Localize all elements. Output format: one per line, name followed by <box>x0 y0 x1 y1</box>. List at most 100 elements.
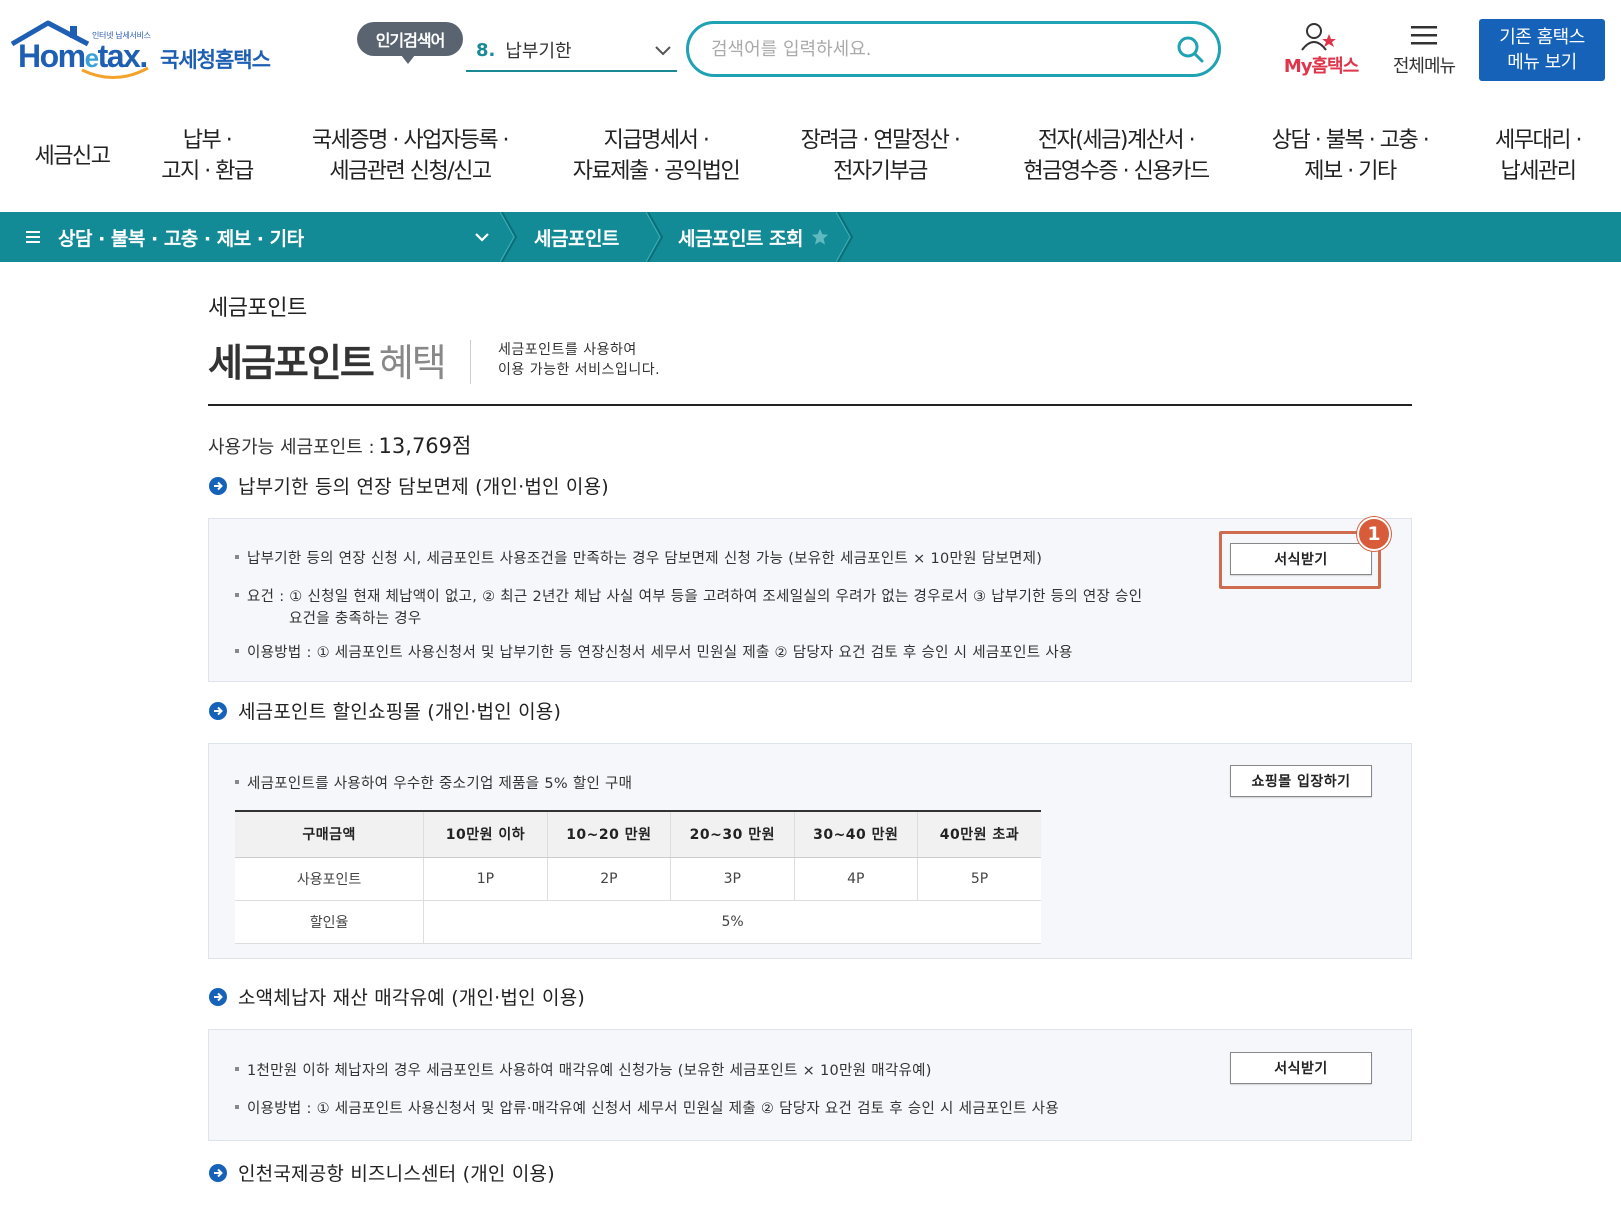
star-icon[interactable] <box>811 228 829 246</box>
page-description: 세금포인트를 사용하여 이용 가능한 서비스입니다. <box>498 342 661 378</box>
section-heading-text: 소액체납자 재산 매각유예 (개인·법인 이용) <box>238 987 585 1009</box>
section-heading-text: 납부기한 등의 연장 담보면제 (개인·법인 이용) <box>238 476 609 498</box>
main-navigation: 세금신고 납부 · 고지 · 환급 국세증명 · 사업자등록 · 세금관련 신청/신… <box>0 108 1621 204</box>
section-heading: 인천국제공항 비즈니스센터 (개인 이용) <box>208 1159 555 1186</box>
logo-swoosh-icon <box>81 66 149 80</box>
nav-label: 지급명세서 · <box>603 128 710 153</box>
nav-payment[interactable]: 납부 · 고지 · 환급 <box>146 108 268 204</box>
table-header: 20~30 만원 <box>670 810 795 858</box>
person-icon <box>1301 23 1336 51</box>
nav-label: 전자기부금 <box>833 159 928 184</box>
breadcrumb-level1[interactable]: 상담 · 불복 · 고충 · 제보 · 기타 <box>0 212 500 262</box>
step-badge: 1 <box>1357 517 1391 551</box>
nav-label: 납부 · <box>182 128 233 153</box>
table-cell: 5% <box>423 900 1041 944</box>
points-value: 13,769점 <box>378 434 472 458</box>
section-heading-text: 인천국제공항 비즈니스센터 (개인 이용) <box>238 1163 555 1185</box>
info-line-cont: 요건을 충족하는 경우 <box>289 611 422 627</box>
search-input[interactable] <box>711 35 1151 63</box>
breadcrumb-level2-label: 세금포인트 <box>534 227 619 250</box>
info-line: 세금포인트를 사용하여 우수한 중소기업 제품을 5% 할인 구매 <box>235 772 632 793</box>
breadcrumb-level1-label: 상담 · 불복 · 고충 · 제보 · 기타 <box>58 227 304 250</box>
hamburger-icon <box>1411 26 1437 45</box>
chevron-down-icon <box>475 233 489 242</box>
table-header: 30~40 만원 <box>794 810 919 858</box>
title-rule <box>208 404 1412 406</box>
nav-label: 세무대리 · <box>1495 128 1582 153</box>
search-box <box>686 21 1221 77</box>
arrow-circle-icon <box>209 701 227 720</box>
table-cell: 2P <box>547 857 672 901</box>
nav-label: 제보 · 기타 <box>1304 159 1397 184</box>
nav-label: 납세관리 <box>1500 159 1577 184</box>
old-hometax-menu-button[interactable]: 기존 홈택스 메뉴 보기 <box>1479 19 1605 81</box>
nav-incentives[interactable]: 장려금 · 연말정산 · 전자기부금 <box>780 108 980 204</box>
section-heading: 납부기한 등의 연장 담보면제 (개인·법인 이용) <box>208 472 609 499</box>
my-hometax-button[interactable]: My홈택스 <box>1278 22 1364 78</box>
points-table: 구매금액 10만원 이하 10~20 만원 20~30 만원 30~40 만원 … <box>235 810 1041 944</box>
nav-tax-agent[interactable]: 세무대리 · 납세관리 <box>1470 108 1606 204</box>
arrow-circle-icon <box>209 987 227 1006</box>
table-row: 사용포인트 1P 2P 3P 4P 5P <box>235 857 1041 901</box>
popular-keyword-rank: 8. <box>476 39 496 61</box>
table-cell: 5P <box>917 857 1041 901</box>
nav-label: 전자(세금)계산서 · <box>1037 128 1196 153</box>
table-cell: 할인율 <box>235 900 425 944</box>
nav-statements[interactable]: 지급명세서 · 자료제출 · 공익법인 <box>556 108 756 204</box>
page-title: 세금포인트 혜택 <box>208 332 447 387</box>
breadcrumb-level2[interactable]: 세금포인트 <box>534 212 644 262</box>
info-line: 이용방법 : ① 세금포인트 사용신청서 및 압류·매각유예 신청서 세무서 민… <box>235 1097 1059 1118</box>
breadcrumb-level3-label: 세금포인트 조회 <box>678 227 803 250</box>
points-label: 사용가능 세금포인트 : <box>208 437 375 458</box>
section-heading: 소액체납자 재산 매각유예 (개인·법인 이용) <box>208 983 585 1010</box>
table-cell: 1P <box>423 857 548 901</box>
all-menu-label: 전체메뉴 <box>1392 56 1456 77</box>
table-row: 할인율 5% <box>235 900 1041 944</box>
site-header: 인터넷 납세서비스 Hometax. 국세청홈택스 인기검색어 8. 납부기한 … <box>0 0 1621 100</box>
info-line: 요건 : ① 신청일 현재 체납액이 없고, ② 최근 2년간 체납 사실 여부… <box>235 585 1142 606</box>
breadcrumb-divider <box>646 212 666 262</box>
table-header: 10~20 만원 <box>547 810 672 858</box>
nav-consultation[interactable]: 상담 · 불복 · 고충 · 제보 · 기타 <box>1250 108 1450 204</box>
hometax-logo[interactable]: 인터넷 납세서비스 Hometax. 국세청홈택스 <box>10 20 275 82</box>
nav-label: 상담 · 불복 · 고충 · <box>1271 128 1430 153</box>
nav-label: 세금신고 <box>34 143 111 169</box>
nav-e-invoice[interactable]: 전자(세금)계산서 · 현금영수증 · 신용카드 <box>1006 108 1226 204</box>
arrow-circle-icon <box>209 1163 227 1182</box>
old-menu-line1: 기존 홈택스 <box>1499 27 1585 48</box>
nav-label: 세금관련 신청/신고 <box>329 159 492 184</box>
page-title-bold: 세금포인트 <box>208 341 375 385</box>
logo-korean: 국세청홈택스 <box>160 48 271 72</box>
breadcrumb-level3: 세금포인트 조회 <box>678 212 838 262</box>
download-form-button[interactable]: 서식받기 <box>1230 1052 1372 1084</box>
table-header: 40만원 초과 <box>917 810 1041 858</box>
section-box-collateral: 납부기한 등의 연장 신청 시, 세금포인트 사용조건을 만족하는 경우 담보면… <box>208 517 1412 682</box>
section-crumb-title: 세금포인트 <box>208 296 307 321</box>
available-points: 사용가능 세금포인트 :13,769점 <box>208 430 471 460</box>
arrow-circle-icon <box>209 476 227 495</box>
section-heading-text: 세금포인트 할인쇼핑몰 (개인·법인 이용) <box>238 701 562 723</box>
title-divider <box>470 340 471 384</box>
page-title-light: 혜택 <box>378 341 447 385</box>
nav-label: 장려금 · 연말정산 · <box>800 128 961 153</box>
info-line: 이용방법 : ① 세금포인트 사용신청서 및 납부기한 등 연장신청서 세무서 … <box>235 641 1073 662</box>
all-menu-button[interactable]: 전체메뉴 <box>1384 22 1464 78</box>
section-heading: 세금포인트 할인쇼핑몰 (개인·법인 이용) <box>208 697 561 724</box>
table-header: 10만원 이하 <box>423 810 548 858</box>
table-cell: 사용포인트 <box>235 857 425 901</box>
breadcrumb-divider <box>836 212 856 262</box>
section-box-shopping: 세금포인트를 사용하여 우수한 중소기업 제품을 5% 할인 구매 쇼핑몰 입장… <box>208 743 1412 959</box>
popular-keyword-select[interactable]: 8. 납부기한 <box>466 30 677 72</box>
nav-label: 국세증명 · 사업자등록 · <box>311 128 510 153</box>
chevron-down-icon <box>655 46 671 56</box>
table-header: 구매금액 <box>235 810 425 858</box>
enter-shop-button[interactable]: 쇼핑몰 입장하기 <box>1230 765 1372 797</box>
search-icon[interactable] <box>1176 35 1204 63</box>
table-header-row: 구매금액 10만원 이하 10~20 만원 20~30 만원 30~40 만원 … <box>235 810 1041 858</box>
popular-keyword-text: 납부기한 <box>505 41 572 62</box>
hamburger-icon <box>26 231 40 243</box>
nav-tax-filing[interactable]: 세금신고 <box>22 108 122 204</box>
my-hometax-label: My홈택스 <box>1283 56 1359 77</box>
nav-certificates[interactable]: 국세증명 · 사업자등록 · 세금관련 신청/신고 <box>290 108 530 204</box>
table-cell: 4P <box>794 857 919 901</box>
